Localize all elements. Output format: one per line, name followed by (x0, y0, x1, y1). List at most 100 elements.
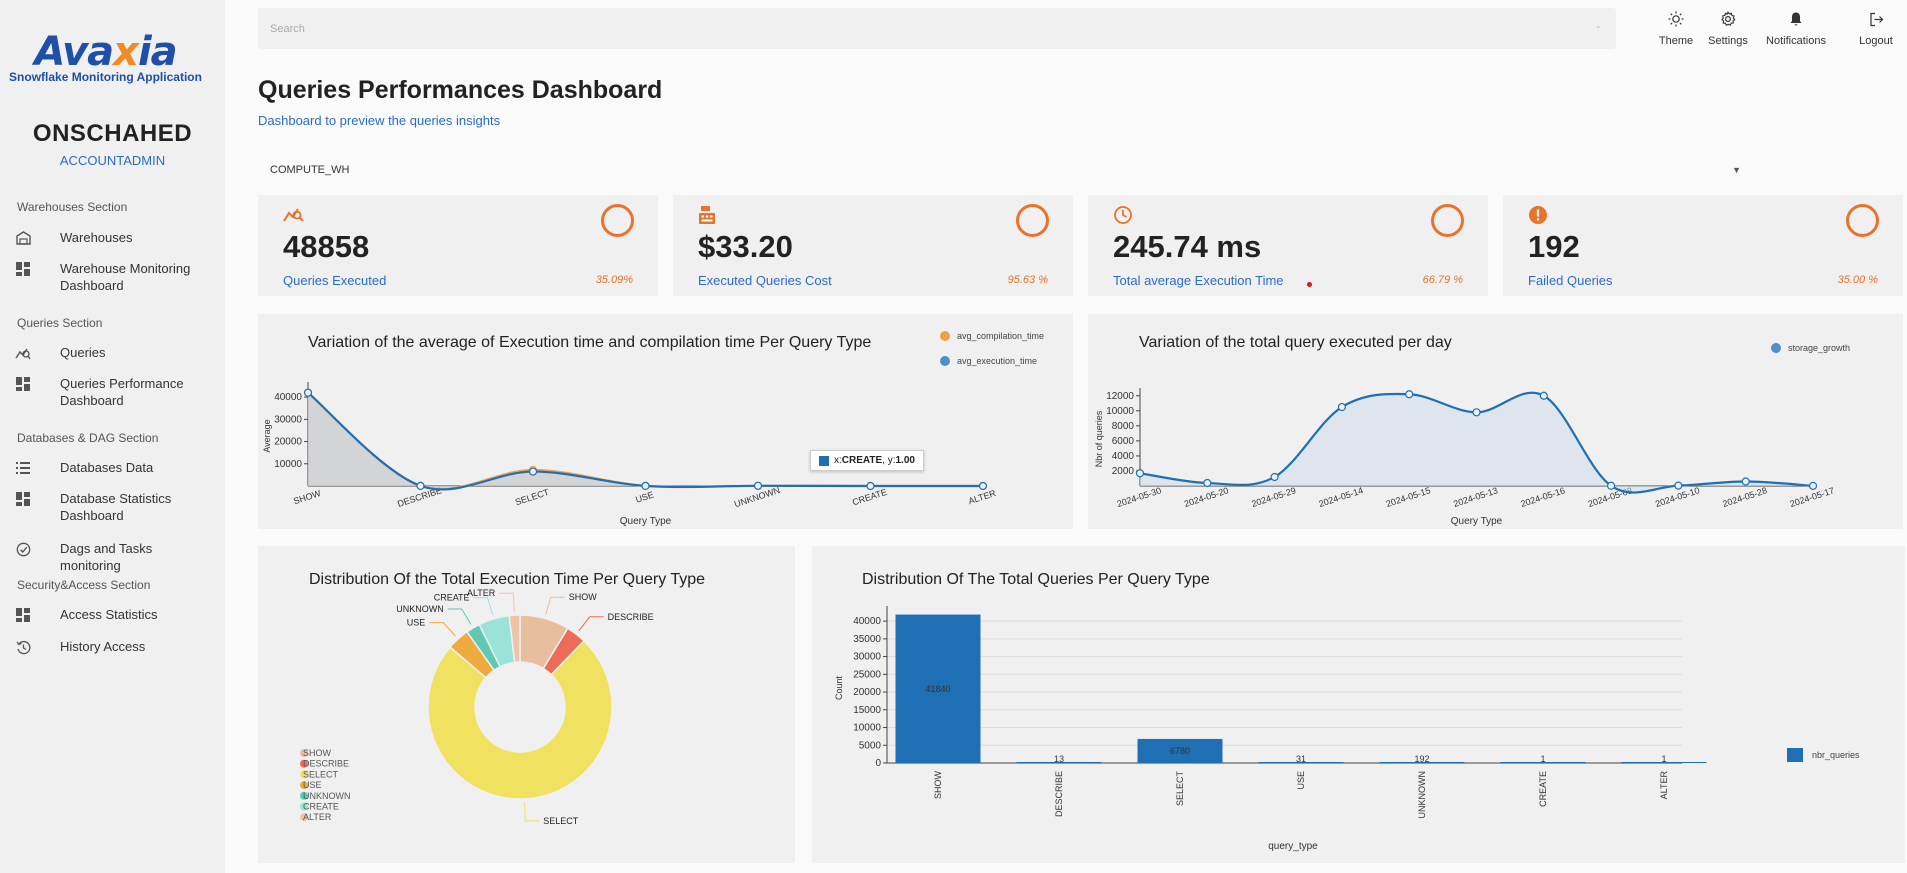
notifications-button[interactable]: Notifications (1764, 9, 1828, 47)
y-tick-label: 5000 (859, 740, 882, 751)
chart-panel-queries-distribution: Distribution Of The Total Queries Per Qu… (812, 546, 1905, 863)
pie-label: DESCRIBE (608, 612, 654, 622)
data-point (1472, 408, 1481, 417)
chart-panel-queries-per-day: Variation of the total query executed pe… (1088, 314, 1903, 529)
data-point (866, 481, 875, 491)
data-point (1135, 469, 1145, 478)
sidebar-item-label: Queries Performance Dashboard (60, 376, 184, 408)
search-input[interactable] (258, 8, 1616, 49)
data-point (641, 481, 650, 490)
list-icon (14, 459, 32, 477)
logout-button[interactable]: Logout (1856, 9, 1896, 47)
sidebar-item-database-statistics-dashboard[interactable]: Database Statistics Dashboard (14, 490, 219, 524)
y-tick-label: 10000 (274, 459, 302, 470)
tooltip-prefix: x: (834, 455, 842, 466)
pie-slice-select (427, 639, 613, 800)
kpi-label: Queries Executed (283, 273, 387, 288)
search-hint: - (1596, 22, 1600, 33)
nav-section-security: Security&Access Section (17, 578, 151, 592)
warehouse-select-value: COMPUTE_WH (270, 164, 350, 176)
sidebar: Avaxia Snowflake Monitoring Application … (0, 0, 225, 873)
warehouse-select[interactable]: COMPUTE_WH ▼ (258, 160, 1753, 182)
bar-chart-queries-count: 0 5000 10000 15000 20000 25000 30000 35000 40000… (834, 606, 1860, 852)
kpi-value: 48858 (283, 229, 370, 264)
x-tick-label: SELECT (1175, 771, 1185, 807)
x-tick-label: 2024-05-15 (1385, 485, 1432, 509)
y-tick-label: 20000 (274, 437, 302, 448)
y-tick-label: 40000 (274, 392, 302, 403)
sidebar-item-dags-and-tasks[interactable]: Dags and Tasks monitoring (14, 540, 219, 574)
bar-data-label: 31 (1296, 754, 1306, 764)
x-tick-label: 2024-05-29 (1250, 485, 1297, 509)
legend-marker (1771, 343, 1781, 353)
sidebar-item-label: Warehouses (60, 230, 133, 245)
account-username: ONSCHAHED (32, 120, 193, 147)
x-tick-label: SHOW (292, 488, 322, 506)
series-line-avg_compilation_time (307, 391, 984, 491)
y-tick-label: 6000 (1112, 436, 1135, 447)
sidebar-item-queries[interactable]: Queries (14, 344, 219, 362)
data-point (1808, 481, 1818, 490)
kpi-card-executed-cost: $33.20 Executed Queries Cost 95.63 % (673, 195, 1073, 296)
legend-marker (940, 331, 950, 341)
logo-subtitle: Snowflake Monitoring Application (9, 70, 202, 84)
legend-label: DESCRIBE (303, 759, 349, 769)
pie-label: SHOW (569, 592, 598, 602)
chart-panel-exec-compile-time: Variation of the average of Execution ti… (258, 314, 1073, 529)
x-axis-label: Query Type (620, 516, 672, 527)
sidebar-item-label: Databases Data (60, 460, 154, 475)
sidebar-item-label: Queries (60, 345, 106, 360)
kpi-card-queries-executed: 48858 Queries Executed 35.09% (258, 195, 658, 296)
bar-data-label: 1 (1540, 754, 1545, 764)
tooltip-swatch (819, 455, 829, 466)
data-point (528, 467, 538, 476)
kpi-card-failed-queries: 192 Failed Queries 35.00 % (1503, 195, 1903, 296)
settings-button[interactable]: Settings (1706, 9, 1750, 47)
x-tick-label: ALTER (1659, 771, 1669, 800)
y-tick-label: 15000 (853, 705, 881, 716)
donut-chart-execution-time: SHOWDESCRIBESELECTUSEUNKNOWNCREATEALTERS… (300, 588, 654, 826)
sidebar-item-databases-data[interactable]: Databases Data (14, 459, 219, 477)
sidebar-item-label: Warehouse Monitoring Dashboard (60, 261, 191, 293)
y-tick-label: 10000 (1106, 406, 1134, 417)
data-point (978, 481, 988, 491)
y-axis-label: Nbr of queries (1094, 410, 1104, 467)
search-bar[interactable]: - (258, 8, 1616, 49)
legend-label: avg_execution_time (957, 356, 1037, 366)
data-point (416, 481, 425, 490)
theme-button[interactable]: Theme (1656, 9, 1696, 47)
app-logo[interactable]: Avaxia Snowflake Monitoring Application (8, 30, 203, 84)
theme-label: Theme (1658, 35, 1694, 47)
sidebar-item-label: Access Statistics (60, 607, 158, 622)
sidebar-item-warehouses[interactable]: Warehouses (14, 229, 219, 247)
settings-label: Settings (1708, 35, 1748, 47)
x-tick-label: USE (1296, 771, 1306, 790)
x-axis-label: Query Type (1451, 516, 1503, 527)
kpi-value: $33.20 (698, 229, 793, 264)
sidebar-item-warehouse-monitoring-dashboard[interactable]: Warehouse Monitoring Dashboard (14, 260, 219, 294)
x-tick-label: 2024-05-30 (1116, 485, 1163, 509)
legend-marker (1787, 748, 1803, 762)
chevron-down-icon[interactable]: ▼ (1732, 165, 1741, 175)
legend-label: SELECT (303, 769, 339, 779)
logout-label: Logout (1859, 35, 1893, 47)
kpi-percent: 35.00 % (1837, 274, 1878, 286)
line-chart-queries-per-day: 2000 4000 6000 8000 10000 12000 2024-05-30 2024… (1094, 343, 1850, 527)
cash-register-icon (698, 205, 716, 230)
y-tick-label: 20000 (853, 687, 881, 698)
kpi-value: 192 (1528, 229, 1580, 264)
sidebar-item-history-access[interactable]: History Access (14, 638, 219, 656)
legend-label: nbr_queries (1812, 750, 1860, 760)
logout-icon (1856, 9, 1896, 29)
bell-icon (1764, 9, 1828, 29)
line-chart-avg-time: 10000200003000040000SHOW DESCRIBE SELECT US… (262, 331, 1044, 527)
status-dot (1307, 282, 1312, 287)
nav-section-warehouses: Warehouses Section (17, 200, 128, 214)
sidebar-item-access-statistics[interactable]: Access Statistics (14, 606, 219, 624)
pie-label: SELECT (543, 816, 579, 826)
y-tick-label: 0 (875, 758, 881, 769)
series-area-avg_execution_time (308, 392, 983, 490)
sidebar-item-queries-performance-dashboard[interactable]: Queries Performance Dashboard (14, 375, 219, 409)
y-tick-label: 30000 (853, 652, 881, 663)
kpi-value: 245.74 ms (1113, 229, 1262, 264)
